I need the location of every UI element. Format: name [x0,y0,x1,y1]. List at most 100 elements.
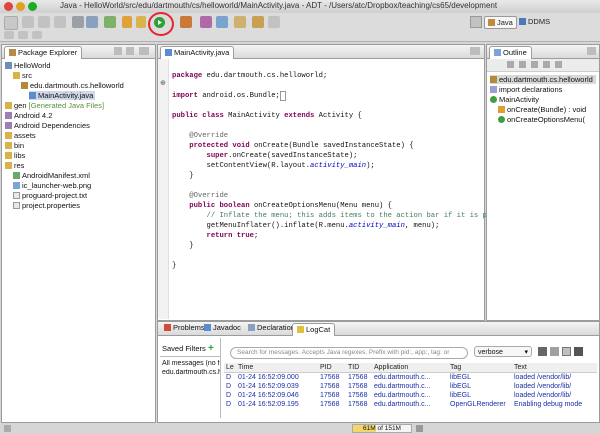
table-row[interactable]: D 01-24 16:52:09.039 17568 17568 edu.dartmou… [224,383,597,392]
new-icon[interactable] [4,16,18,30]
java-perspective-button[interactable]: Java [484,16,517,29]
chevron-down-icon: ▾ [524,349,528,356]
link-editor-icon[interactable] [126,47,134,55]
tree-item-manifest[interactable]: AndroidManifest.xml [13,171,90,180]
col-time[interactable]: Time [238,363,253,372]
filter-app[interactable]: edu.dartmouth.cs.hel [162,369,220,376]
tree-item-res[interactable]: res [5,161,24,170]
display-columns-icon[interactable] [562,347,571,356]
tab-outline[interactable]: Outline [489,46,532,59]
col-pid[interactable]: PID [320,363,332,372]
maximize-icon[interactable] [139,47,149,55]
tab-javadoc[interactable]: Javadoc [200,322,245,334]
tree-item-bin[interactable]: bin [5,141,24,150]
divider [160,356,220,357]
tree-item-android-42[interactable]: Android 4.2 [5,111,52,120]
table-row[interactable]: D 01-24 16:52:09.195 17568 17568 edu.dartmou… [224,401,597,410]
col-text[interactable]: Text [514,363,527,372]
col-tid[interactable]: TID [348,363,359,372]
navigate-forward-icon[interactable] [32,31,42,39]
hide-static-icon[interactable] [531,61,538,68]
hide-nonpublic-icon[interactable] [543,61,550,68]
tab-package-explorer[interactable]: Package Explorer [4,46,83,59]
tree-item-helloworld[interactable]: HelloWorld [5,61,51,70]
zoom-window-button[interactable] [28,2,37,11]
outline-item-oncreateoptionsmenu[interactable]: onCreateOptionsMenu( [498,115,585,124]
heap-status[interactable]: 61M of 151M [352,424,412,433]
protected-method-icon [498,106,505,113]
android-sdk-manager-icon[interactable] [72,16,84,28]
new-android-project-icon[interactable] [104,16,116,28]
add-filter-icon[interactable]: + [208,343,214,354]
save-icon[interactable] [22,16,34,28]
code-area[interactable]: package edu.dartmouth.cs.helloworld; imp… [172,61,491,271]
tab-declaration[interactable]: Declaration [244,322,299,334]
package-icon [490,76,497,83]
window-title: Java - HelloWorld/src/edu/dartmouth/cs/h… [60,1,498,10]
tree-item-package[interactable]: edu.dartmouth.cs.helloworld [21,81,124,90]
tree-item-android-dependencies[interactable]: Android Dependencies [5,121,90,130]
tab-logcat[interactable]: LogCat [292,323,336,336]
run-icon[interactable] [154,17,165,28]
table-row[interactable]: D 01-24 16:52:09.000 17568 17568 edu.dartmou… [224,374,597,383]
hide-local-types-icon[interactable] [555,61,562,68]
library-icon [5,112,12,119]
ddms-perspective-button[interactable]: DDMS [516,16,553,27]
open-type-icon[interactable] [216,16,228,28]
tree-item-assets[interactable]: assets [5,131,36,140]
col-tag[interactable]: Tag [450,363,461,372]
tree-item-mainactivity[interactable]: MainActivity.java [29,91,96,100]
main-toolbar: Java DDMS [0,12,600,42]
collapse-all-icon[interactable] [114,47,122,55]
maximize-icon[interactable] [587,47,596,55]
logcat-search-input[interactable]: Search for messages. Accepts Java regexe… [230,347,468,359]
folder-icon [5,162,12,169]
print-icon[interactable] [54,16,66,28]
heap-label: 61M of 151M [363,425,401,432]
tree-item-libs[interactable]: libs [5,151,25,160]
log-level-select[interactable]: verbose ▾ [474,346,532,357]
maximize-icon[interactable] [470,47,480,55]
minimize-window-button[interactable] [16,2,25,11]
outline-item-oncreate[interactable]: onCreate(Bundle) : void [498,105,586,114]
hide-fields-icon[interactable] [519,61,526,68]
back-icon[interactable] [268,16,280,28]
sort-icon[interactable] [507,61,514,68]
package-explorer-icon [9,49,16,56]
tree-item-launcher-png[interactable]: ic_launcher-web.png [13,181,91,190]
garbage-collect-icon[interactable] [416,425,423,432]
new-java-class-icon[interactable] [200,16,212,28]
scroll-lock-icon[interactable] [574,347,583,356]
external-tools-icon[interactable] [180,16,192,28]
search-icon[interactable] [234,16,246,28]
folder-icon [5,102,12,109]
lint-icon[interactable] [122,16,132,28]
next-annotation-icon[interactable] [252,16,264,28]
col-level[interactable]: Le [226,363,234,372]
tree-item-src[interactable]: src [13,71,32,80]
outline-item-class[interactable]: MainActivity [490,95,539,104]
open-perspective-icon[interactable] [470,16,482,28]
avd-manager-icon[interactable] [86,16,98,28]
close-window-button[interactable] [4,2,13,11]
tree-item-gen[interactable]: gen [Generated Java Files] [5,101,104,110]
text-file-icon [13,202,20,209]
tree-item-project-properties[interactable]: project.properties [13,201,80,210]
navigate-back-icon[interactable] [18,31,28,39]
table-row[interactable]: D 01-24 16:52:09.046 17568 17568 edu.dartmou… [224,392,597,401]
last-edit-icon[interactable] [4,31,14,39]
outline-item-imports[interactable]: import declarations [490,85,562,94]
clear-log-icon[interactable] [550,347,559,356]
col-application[interactable]: Application [374,363,408,372]
filter-all-messages[interactable]: All messages (no fi [162,360,220,367]
public-method-icon [498,116,505,123]
tree-item-proguard[interactable]: proguard-project.txt [13,191,87,200]
tab-mainactivity-java[interactable]: MainActivity.java [160,46,235,59]
fast-view-icon[interactable] [4,425,11,432]
save-all-icon[interactable] [38,16,50,28]
save-log-icon[interactable] [538,347,547,356]
declaration-icon [248,324,255,331]
debug-icon[interactable] [136,16,146,28]
outline-item-package[interactable]: edu.dartmouth.cs.helloworld [490,75,596,84]
fold-plus-icon[interactable]: ⊕ [160,79,166,87]
